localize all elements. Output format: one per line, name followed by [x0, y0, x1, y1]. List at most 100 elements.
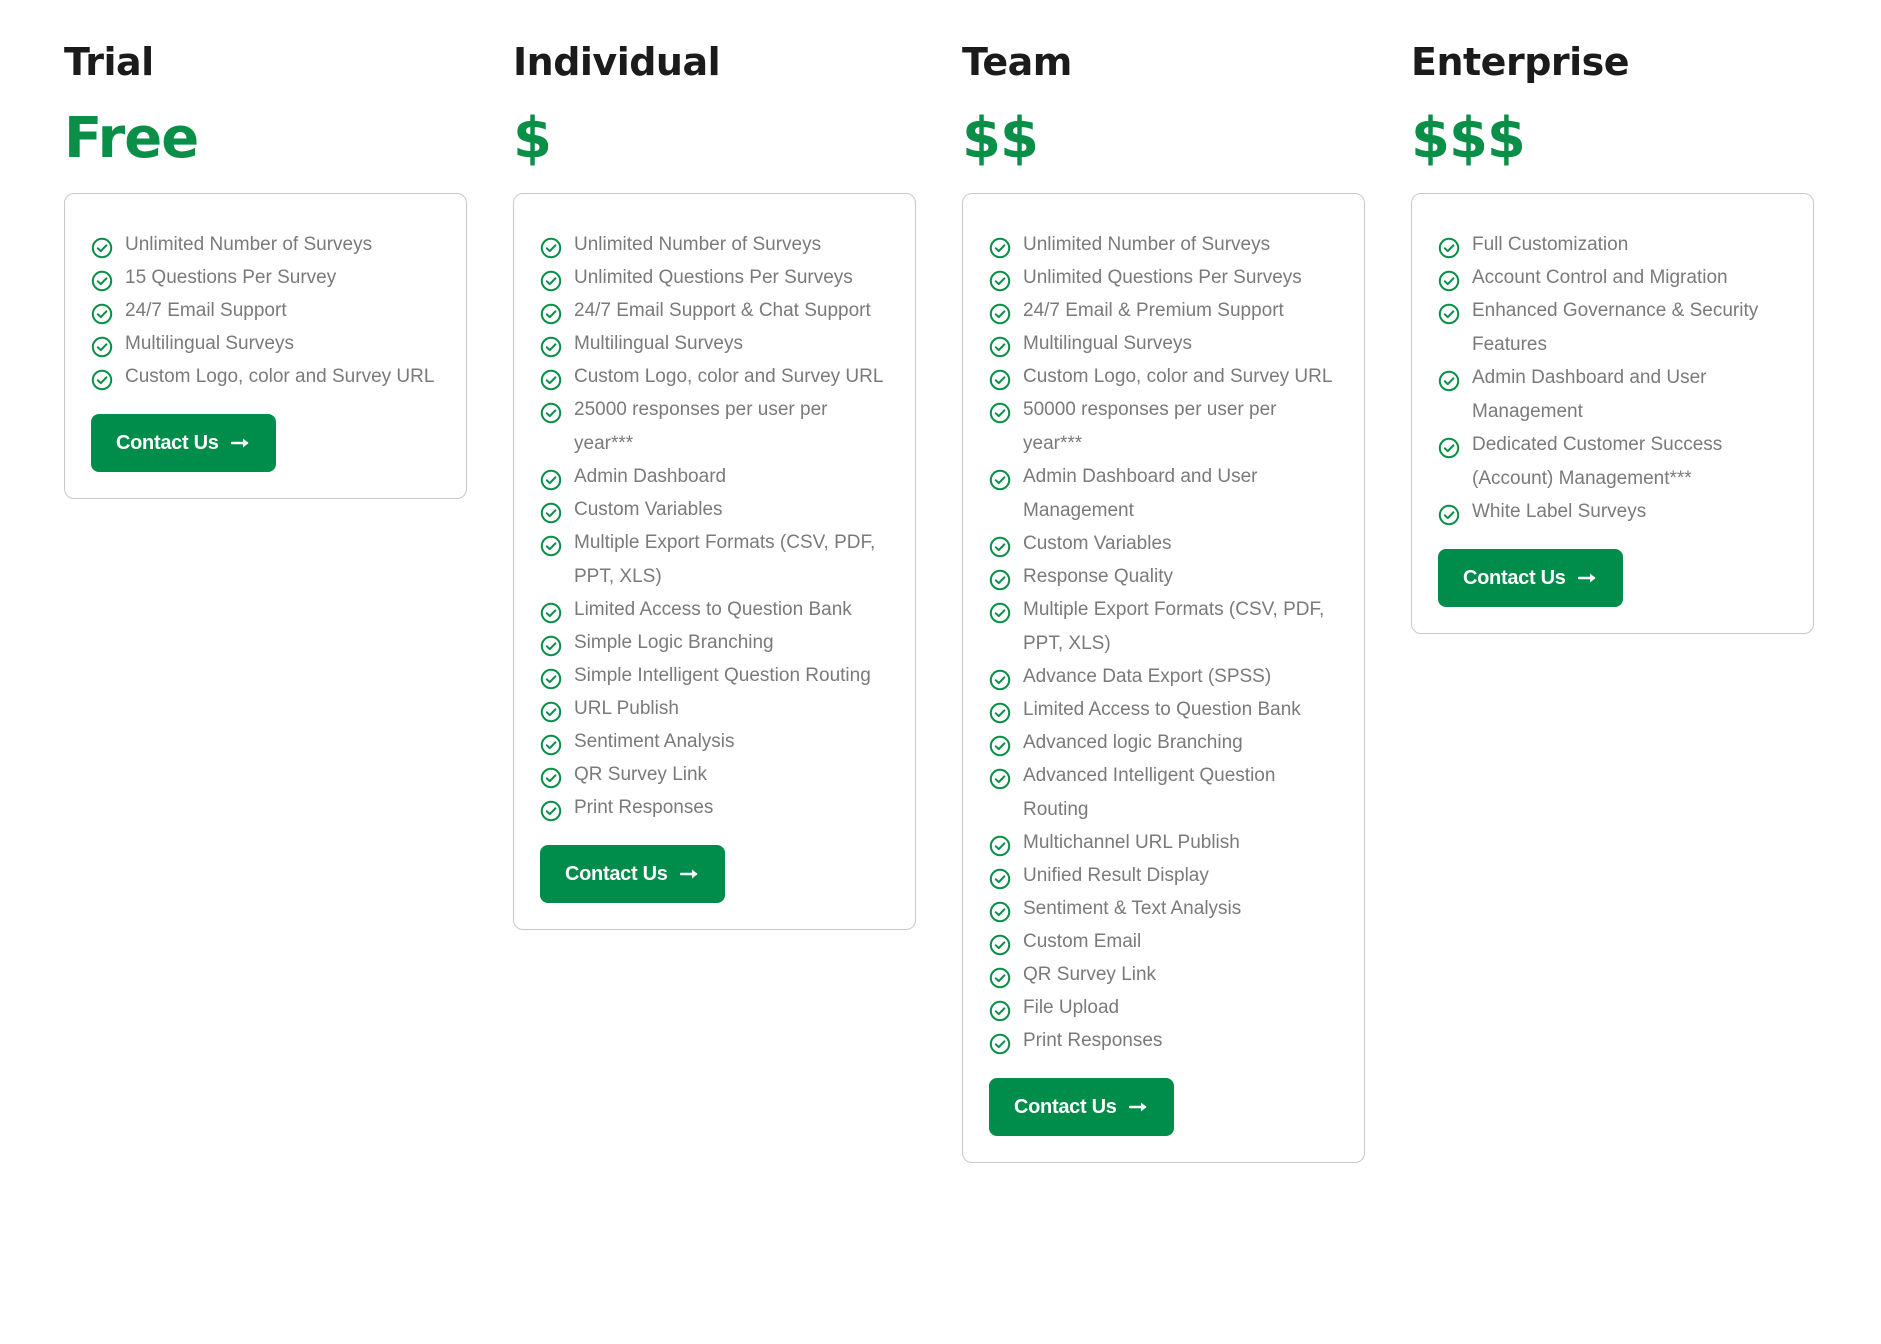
feature-item: Account Control and Migration — [1438, 267, 1788, 295]
feature-text: 50000 responses per user per year*** — [1023, 399, 1277, 454]
check-circle-icon — [91, 303, 113, 325]
check-circle-icon — [540, 535, 562, 557]
contact-us-button-individual[interactable]: Contact Us — [540, 845, 725, 903]
check-circle-icon — [91, 270, 113, 292]
check-circle-icon — [989, 669, 1011, 691]
feature-item: Admin Dashboard and User Management — [1438, 367, 1788, 429]
arrow-right-icon — [1577, 572, 1598, 584]
feature-item: Advance Data Export (SPSS) — [989, 666, 1339, 694]
contact-us-label: Contact Us — [1014, 1095, 1117, 1118]
feature-item: Custom Logo, color and Survey URL — [989, 366, 1339, 394]
feature-text: Account Control and Migration — [1472, 267, 1728, 288]
feature-item: Advanced logic Branching — [989, 732, 1339, 760]
feature-text: Multilingual Surveys — [125, 333, 294, 354]
feature-text: Advanced logic Branching — [1023, 732, 1243, 753]
feature-text: Multilingual Surveys — [574, 333, 743, 354]
check-circle-icon — [989, 835, 1011, 857]
contact-us-button-team[interactable]: Contact Us — [989, 1078, 1174, 1136]
feature-item: Enhanced Governance & Security Features — [1438, 300, 1788, 362]
feature-text: Unlimited Number of Surveys — [125, 234, 373, 255]
feature-text: Limited Access to Question Bank — [1023, 699, 1301, 720]
plan-price: $$$ — [1411, 106, 1526, 171]
feature-text: Print Responses — [574, 797, 714, 818]
feature-text: Simple Intelligent Question Routing — [574, 665, 871, 686]
feature-text: Advanced Intelligent Question Routing — [1023, 765, 1276, 820]
feature-item: Custom Email — [989, 931, 1339, 959]
feature-list: Unlimited Number of Surveys Unlimited Qu… — [540, 234, 890, 825]
feature-text: QR Survey Link — [574, 764, 708, 785]
feature-text: Simple Logic Branching — [574, 632, 774, 653]
feature-text: Custom Variables — [1023, 533, 1172, 554]
check-circle-icon — [540, 701, 562, 723]
feature-list: Unlimited Number of Surveys 15 Questions… — [91, 234, 441, 394]
contact-us-button-trial[interactable]: Contact Us — [91, 414, 276, 472]
contact-us-button-enterprise[interactable]: Contact Us — [1438, 549, 1623, 607]
check-circle-icon — [540, 635, 562, 657]
feature-text: 25000 responses per user per year*** — [574, 399, 828, 454]
feature-item: Unlimited Questions Per Surveys — [989, 267, 1339, 295]
check-circle-icon — [540, 237, 562, 259]
feature-text: URL Publish — [574, 698, 679, 719]
feature-item: Print Responses — [989, 1030, 1339, 1058]
feature-text: Multiple Export Formats (CSV, PDF, PPT, … — [574, 532, 876, 587]
feature-item: Custom Variables — [989, 533, 1339, 561]
check-circle-icon — [989, 901, 1011, 923]
pricing-plans: Trial Free Unlimited Number of Surveys 1… — [64, 0, 1814, 1163]
feature-item: Unlimited Questions Per Surveys — [540, 267, 890, 295]
check-circle-icon — [91, 336, 113, 358]
check-circle-icon — [989, 768, 1011, 790]
plan-name: Trial — [64, 40, 154, 84]
check-circle-icon — [989, 967, 1011, 989]
feature-item: File Upload — [989, 997, 1339, 1025]
feature-item: Multichannel URL Publish — [989, 832, 1339, 860]
feature-item: Custom Logo, color and Survey URL — [91, 366, 441, 394]
check-circle-icon — [989, 237, 1011, 259]
arrow-right-icon — [679, 868, 700, 880]
feature-text: White Label Surveys — [1472, 501, 1647, 522]
check-circle-icon — [1438, 370, 1460, 392]
feature-item: 24/7 Email Support — [91, 300, 441, 328]
feature-item: Custom Variables — [540, 499, 890, 527]
check-circle-icon — [1438, 437, 1460, 459]
feature-item: Sentiment & Text Analysis — [989, 898, 1339, 926]
feature-item: Admin Dashboard and User Management — [989, 466, 1339, 528]
feature-text: 15 Questions Per Survey — [125, 267, 337, 288]
feature-text: Unlimited Questions Per Surveys — [1023, 267, 1302, 288]
feature-item: Multiple Export Formats (CSV, PDF, PPT, … — [989, 599, 1339, 661]
feature-text: Unlimited Number of Surveys — [574, 234, 822, 255]
feature-item: Response Quality — [989, 566, 1339, 594]
check-circle-icon — [540, 800, 562, 822]
plan-price: $ — [513, 106, 552, 171]
feature-item: 15 Questions Per Survey — [91, 267, 441, 295]
check-circle-icon — [540, 502, 562, 524]
feature-item: URL Publish — [540, 698, 890, 726]
feature-item: Multiple Export Formats (CSV, PDF, PPT, … — [540, 532, 890, 594]
feature-text: Admin Dashboard — [574, 466, 727, 487]
feature-text: Sentiment & Text Analysis — [1023, 898, 1242, 919]
plan-name: Team — [962, 40, 1072, 84]
plan-price: $$ — [962, 106, 1039, 171]
check-circle-icon — [989, 369, 1011, 391]
feature-text: Advance Data Export (SPSS) — [1023, 666, 1272, 687]
plan-card: Unlimited Number of Surveys Unlimited Qu… — [513, 193, 916, 930]
plan-card: Unlimited Number of Surveys Unlimited Qu… — [962, 193, 1365, 1163]
feature-text: Custom Logo, color and Survey URL — [1023, 366, 1333, 387]
feature-item: Limited Access to Question Bank — [540, 599, 890, 627]
feature-item: 24/7 Email Support & Chat Support — [540, 300, 890, 328]
check-circle-icon — [989, 270, 1011, 292]
feature-text: Multiple Export Formats (CSV, PDF, PPT, … — [1023, 599, 1325, 654]
check-circle-icon — [540, 402, 562, 424]
feature-text: Custom Logo, color and Survey URL — [574, 366, 884, 387]
feature-text: Unlimited Number of Surveys — [1023, 234, 1271, 255]
check-circle-icon — [540, 767, 562, 789]
feature-text: Admin Dashboard and User Management — [1023, 466, 1258, 521]
check-circle-icon — [989, 702, 1011, 724]
feature-item: QR Survey Link — [989, 964, 1339, 992]
check-circle-icon — [989, 934, 1011, 956]
contact-us-label: Contact Us — [565, 862, 668, 885]
plan-column-individual: Individual $ Unlimited Number of Surveys… — [513, 0, 916, 930]
feature-text: Enhanced Governance & Security Features — [1472, 300, 1759, 355]
check-circle-icon — [540, 668, 562, 690]
feature-item: Print Responses — [540, 797, 890, 825]
feature-text: Custom Email — [1023, 931, 1142, 952]
